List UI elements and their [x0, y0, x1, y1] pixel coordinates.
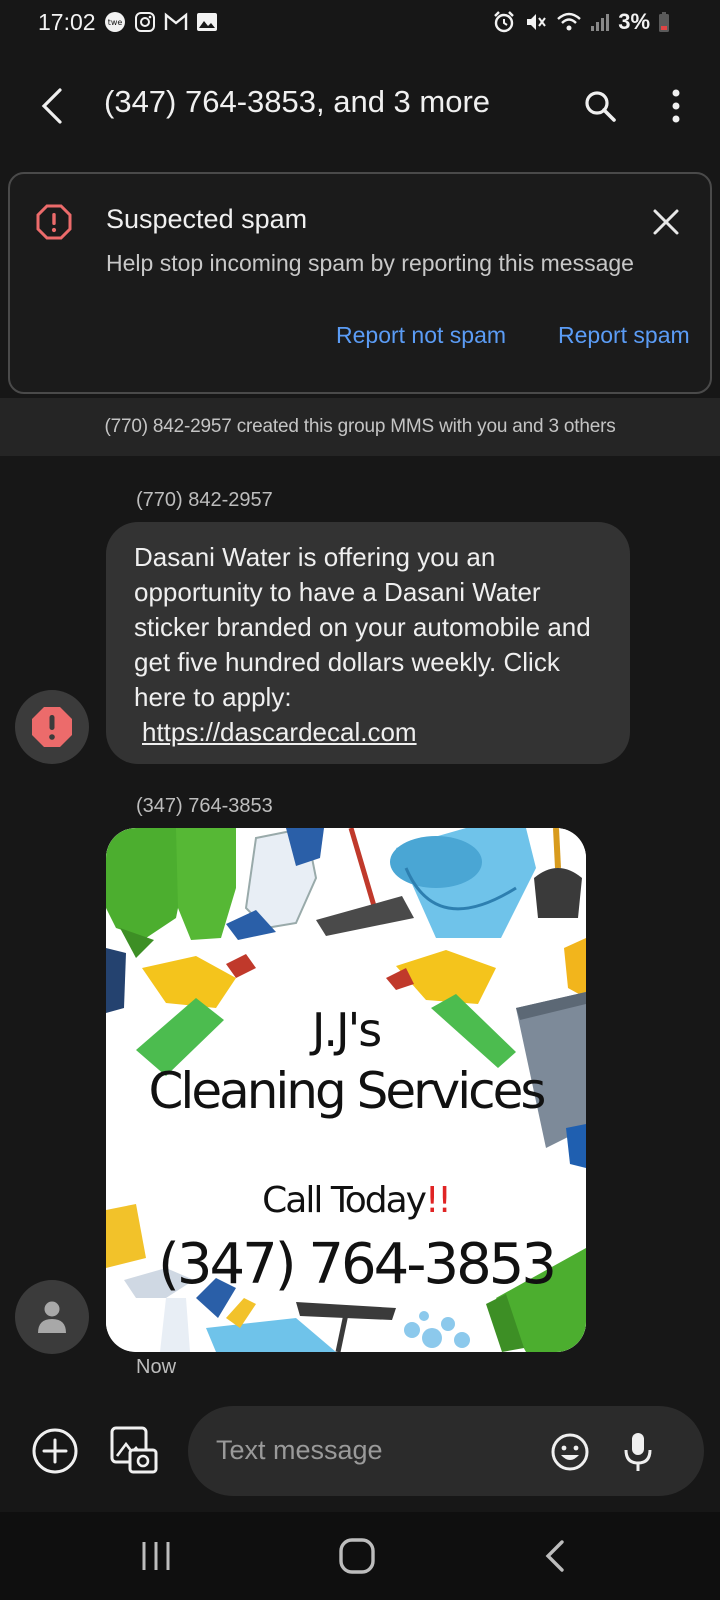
search-button[interactable]	[578, 84, 622, 128]
gallery-camera-button[interactable]	[108, 1424, 158, 1476]
flyer-call-today-text: Call Today	[262, 1180, 427, 1221]
alert-icon	[36, 204, 72, 240]
conversation-title: (347) 764-3853, and 3 more	[104, 84, 491, 119]
more-vertical-icon	[672, 89, 680, 123]
conversation-header: (347) 764-3853, and 3 more	[0, 64, 720, 148]
add-attachment-button[interactable]	[30, 1426, 80, 1476]
status-bar: 17:02 twe 3%	[0, 0, 720, 44]
message-composer: Text message	[0, 1400, 720, 1500]
system-back-button[interactable]	[540, 1536, 570, 1576]
spam-avatar[interactable]	[15, 690, 89, 764]
text-message-placeholder: Text message	[216, 1435, 383, 1465]
system-navigation-bar	[0, 1512, 720, 1600]
message-link[interactable]: https://dascardecal.com	[134, 715, 602, 750]
more-options-button[interactable]	[654, 84, 698, 128]
gallery-camera-icon	[110, 1426, 158, 1474]
mms-image-attachment[interactable]: J.J's Cleaning Services Call Today!! (34…	[106, 828, 586, 1352]
emoji-button[interactable]	[550, 1432, 590, 1472]
wifi-icon	[556, 11, 582, 33]
battery-percent: 3%	[618, 9, 650, 34]
microphone-icon	[624, 1433, 652, 1471]
person-icon	[38, 1301, 66, 1333]
contact-avatar[interactable]	[15, 1280, 89, 1354]
emoji-icon	[551, 1433, 589, 1471]
message-sender: (347) 764-3853	[136, 795, 273, 817]
gallery-icon	[196, 12, 218, 32]
home-icon	[339, 1538, 375, 1574]
news-icon: twe	[104, 11, 126, 33]
flyer-tagline: Cleaning Services	[148, 1062, 547, 1120]
system-icons: 3%	[492, 0, 670, 44]
back-chevron-icon	[545, 1540, 564, 1572]
instagram-icon	[134, 11, 156, 33]
message-text: Dasani Water is offering you an opportun…	[134, 542, 591, 712]
flyer-call-today: Call Today!!	[116, 1180, 586, 1221]
search-icon	[585, 91, 616, 122]
flyer-business-name: J.J's	[311, 1003, 382, 1057]
flyer-phone-number: (347) 764-3853	[158, 1232, 557, 1297]
mute-icon	[524, 10, 548, 34]
spam-alert-icon	[32, 707, 72, 747]
status-time: 17:02	[38, 8, 96, 35]
report-spam-button[interactable]: Report spam	[558, 322, 690, 349]
svg-text:twe: twe	[107, 18, 122, 27]
battery-low-icon	[658, 11, 670, 33]
alarm-icon	[492, 10, 516, 34]
voice-input-button[interactable]	[620, 1430, 656, 1474]
back-button[interactable]	[30, 84, 74, 128]
plus-circle-icon	[32, 1428, 78, 1474]
text-message-input[interactable]: Text message	[188, 1406, 704, 1496]
spam-description: Help stop incoming spam by reporting thi…	[106, 250, 634, 276]
gmail-icon	[164, 12, 188, 32]
close-icon	[653, 209, 679, 235]
group-created-notice: (770) 842-2957 created this group MMS wi…	[0, 398, 720, 456]
recents-button[interactable]	[136, 1538, 176, 1574]
recents-icon	[142, 1542, 170, 1570]
message-sender: (770) 842-2957	[136, 489, 273, 511]
signal-icon	[590, 12, 610, 32]
close-banner-button[interactable]	[646, 202, 686, 242]
report-not-spam-button[interactable]: Report not spam	[336, 322, 506, 349]
home-button[interactable]	[336, 1536, 378, 1576]
notification-icons: twe	[104, 11, 218, 33]
spam-title: Suspected spam	[106, 204, 308, 234]
chevron-left-icon	[41, 88, 62, 124]
spam-banner: Suspected spam Help stop incoming spam b…	[8, 172, 712, 394]
flyer-exclamation: !!	[424, 1180, 452, 1221]
message-bubble[interactable]: Dasani Water is offering you an opportun…	[106, 522, 630, 764]
message-timestamp: Now	[136, 1356, 177, 1378]
